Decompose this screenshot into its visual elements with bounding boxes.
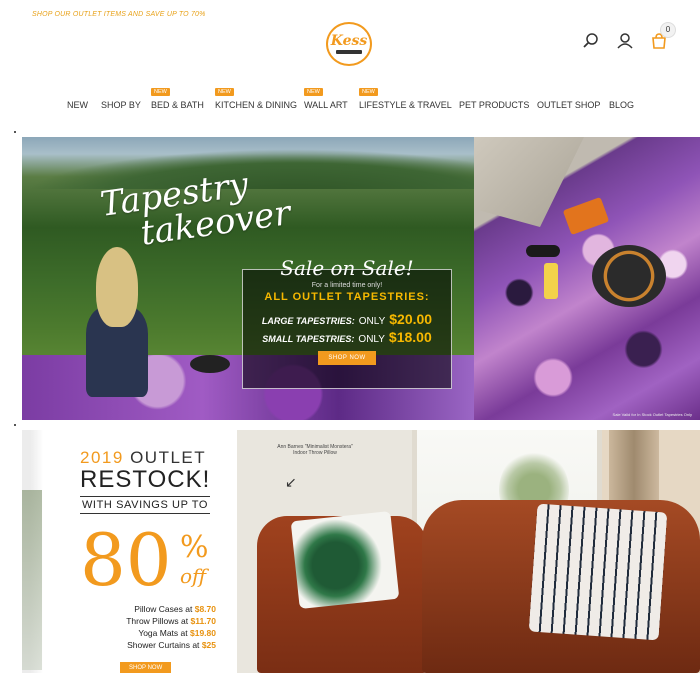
off-text: off [180,564,207,588]
woman-hair [96,247,138,327]
nav-new[interactable]: NEW [67,100,88,110]
large-tapestry-row: LARGE TAPESTRIES: ONLY $20.00 [243,311,451,327]
nav-label: NEW [67,100,88,110]
only-text: ONLY [358,334,385,345]
new-badge: NEW [215,88,234,96]
logo[interactable]: Kess [326,22,372,66]
search-icon[interactable] [582,32,600,50]
hero-banner[interactable]: Tapestry takeover Sale on Sale! For a li… [22,137,700,420]
main-nav: NEW SHOP BY NEW BED & BATH NEW KITCHEN & D… [0,88,700,114]
nav-label: WALL ART [304,100,348,110]
nav-kitchen-dining[interactable]: NEW KITCHEN & DINING [215,88,298,110]
large-price: $20.00 [389,311,433,327]
nav-pet-products[interactable]: PET PRODUCTS [459,100,529,110]
sale-heading: Sale on Sale! [280,256,414,280]
limited-time-text: For a limited time only! [311,282,383,289]
nav-label: BLOG [609,100,635,110]
woman-figure [80,247,150,397]
sunscreen-bottle [544,263,558,299]
hero-shop-now-button[interactable]: SHOP NOW [318,351,376,365]
only-text: ONLY [358,316,386,327]
nav-wall-art[interactable]: NEW WALL ART [304,88,348,110]
item-price: $25 [201,640,216,650]
nav-label: OUTLET SHOP [537,100,601,110]
list-item: Yoga Mats at $19.80 [86,628,216,638]
striped-pillow [528,503,668,641]
all-outlet-heading: ALL OUTLET TAPESTRIES: [264,291,430,303]
item-label: Shower Curtains at [127,640,200,650]
new-badge: NEW [151,88,170,96]
bullet-dot [14,131,16,133]
outlet-text-panel: 2019 OUTLET RESTOCK! WITH SAVINGS UP TO … [22,430,237,673]
header-icons: 0 [582,22,676,50]
list-item: Shower Curtains at $25 [86,640,216,650]
outlet-title: 2019 OUTLET [80,448,206,468]
item-price: $19.80 [190,628,216,638]
plant-edge [22,490,42,670]
logo-subbar [336,50,362,54]
price-list: Pillow Cases at $8.70 Throw Pillows at $… [86,604,216,652]
item-price: $8.70 [194,604,216,614]
item-label: Pillow Cases at [134,604,193,614]
arrow-icon: ↙ [285,474,297,490]
nav-outlet-shop[interactable]: OUTLET SHOP [537,100,600,110]
large-label: LARGE TAPESTRIES: [261,316,355,326]
outlet-shop-now-button[interactable]: SHOP NOW [120,662,172,673]
bullet-dot [14,424,16,426]
nav-shop-by[interactable]: SHOP BY [101,100,141,110]
nav-lifestyle-travel[interactable]: NEW LIFESTYLE & TRAVEL [359,88,452,110]
nav-bed-bath[interactable]: NEW BED & BATH [151,88,204,110]
logo-text: Kess [330,33,368,49]
nav-label: LIFESTYLE & TRAVEL [359,100,452,110]
nav-blog[interactable]: BLOG [609,100,634,110]
cart-count-badge: 0 [660,22,676,38]
living-room-photo: Ann Barnes "Minimalist Monstera" Indoor … [237,430,700,673]
hat-right [592,245,666,307]
nav-label: SHOP BY [101,100,141,110]
hero-right-photo: Sale Valid for In Stock Outlet Tapestrie… [474,137,700,420]
outlet-banner[interactable]: 2019 OUTLET RESTOCK! WITH SAVINGS UP TO … [22,430,700,673]
savings-text: WITH SAVINGS UP TO [80,496,210,514]
hero-left-photo: Tapestry takeover Sale on Sale! For a li… [22,137,474,420]
item-label: Yoga Mats at [138,628,188,638]
product-caption: Ann Barnes "Minimalist Monstera" Indoor … [277,444,353,456]
nav-label: BED & BATH [151,100,204,110]
new-badge: NEW [304,88,323,96]
nav-label: KITCHEN & DINING [215,100,298,110]
restock-heading: RESTOCK! [80,466,211,493]
list-item: Pillow Cases at $8.70 [86,604,216,614]
sunglasses [526,245,560,257]
fine-print: Sale Valid for In Stock Outlet Tapestrie… [612,412,692,417]
item-price: $11.70 [190,616,216,626]
small-price: $18.00 [388,329,432,345]
outlet-word: OUTLET [130,448,207,467]
sale-box: Sale on Sale! For a limited time only! A… [242,256,452,389]
monstera-pillow [290,511,400,609]
small-tapestry-row: SMALL TAPESTRIES: ONLY $18.00 [243,329,451,345]
item-label: Throw Pillows at [126,616,189,626]
percent-number: 80 [80,518,172,602]
hat-left [190,355,230,373]
new-badge: NEW [359,88,378,96]
percent-sign: % [180,530,209,565]
outlet-year: 2019 [80,448,124,467]
small-label: SMALL TAPESTRIES: [262,334,355,344]
user-icon[interactable] [616,32,634,50]
nav-label: PET PRODUCTS [459,100,530,110]
list-item: Throw Pillows at $11.70 [86,616,216,626]
cart[interactable]: 0 [650,22,676,50]
promo-text[interactable]: SHOP OUR OUTLET ITEMS AND SAVE UP TO 70% [32,11,206,18]
